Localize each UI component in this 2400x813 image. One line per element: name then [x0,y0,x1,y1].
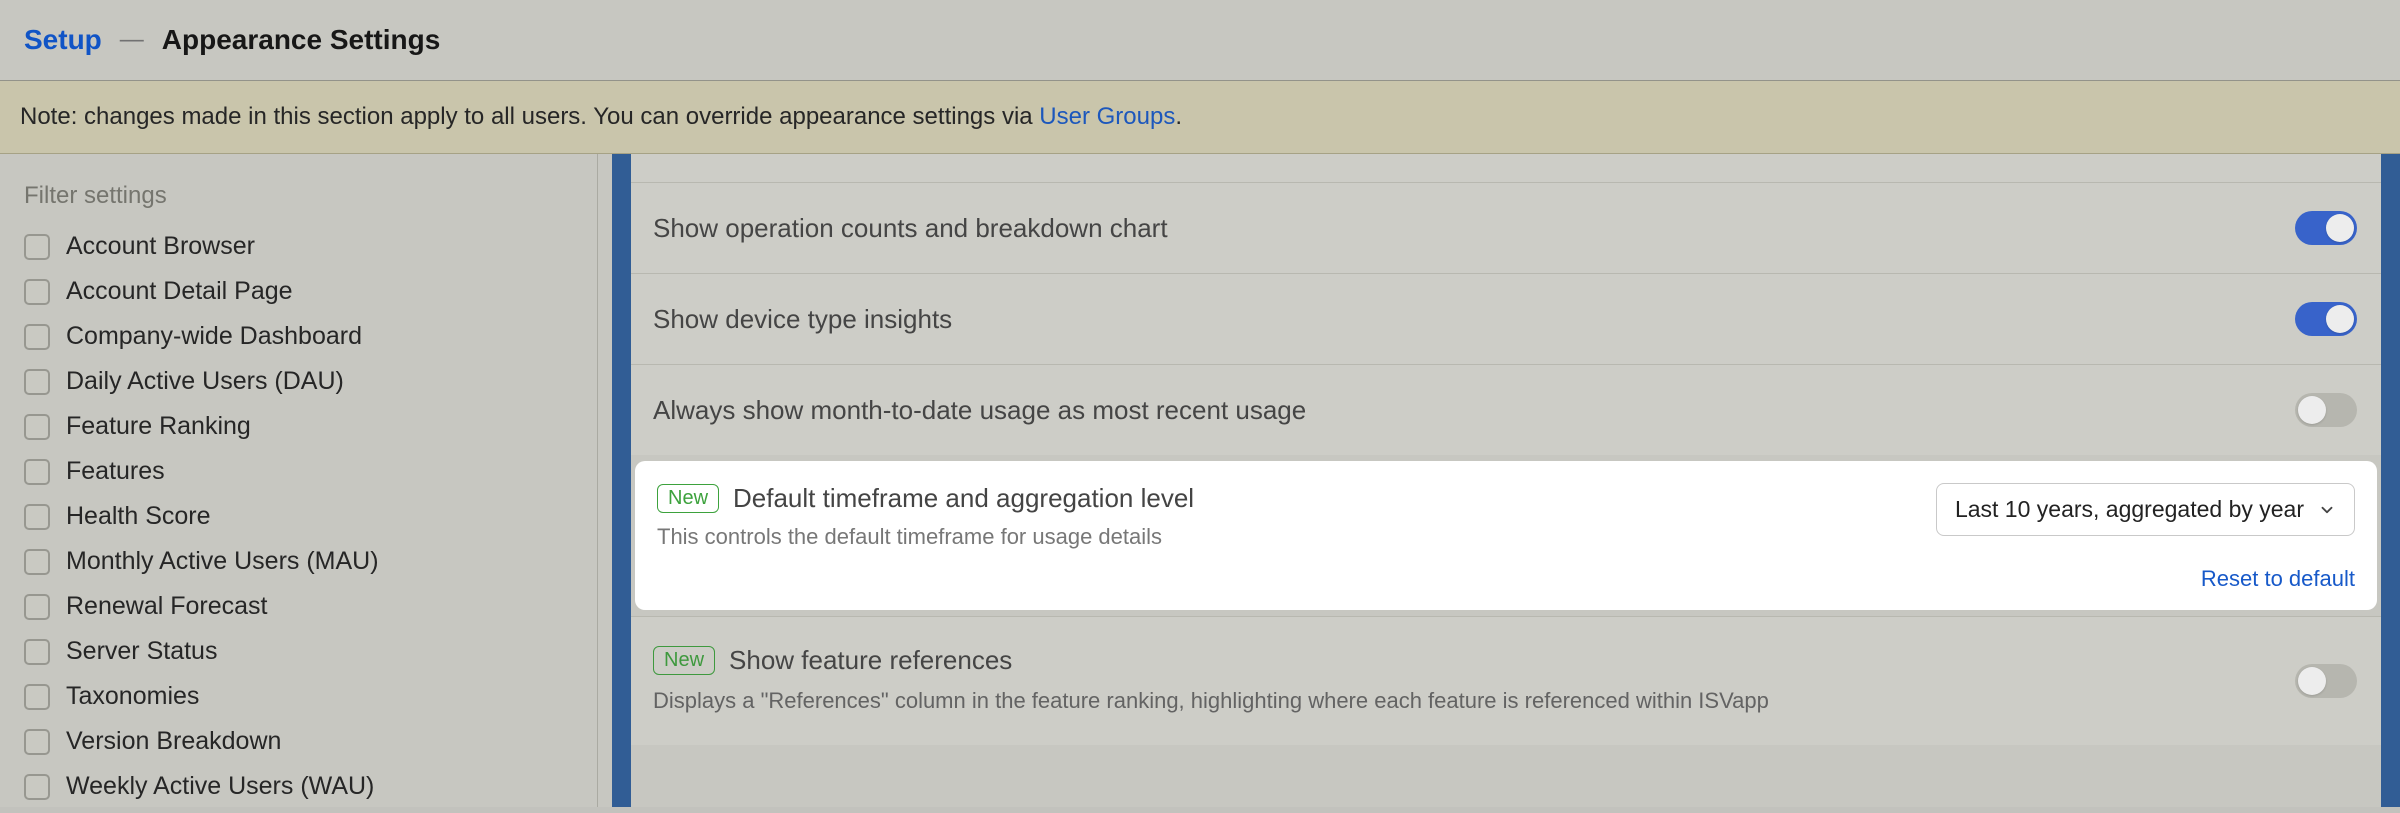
filter-item-server-status[interactable]: Server Status [24,637,573,666]
dropdown-value: Last 10 years, aggregated by year [1955,496,2304,523]
accent-stripe-right [2381,154,2400,807]
checkbox[interactable] [24,234,50,260]
filter-label: Weekly Active Users (WAU) [66,772,374,801]
toggle-month-to-date[interactable] [2295,393,2357,427]
reset-default-link[interactable]: Reset to default [657,566,2355,592]
filter-label: Account Browser [66,232,255,261]
setting-title: Show operation counts and breakdown char… [653,213,1168,244]
filter-item-feature-ranking[interactable]: Feature Ranking [24,412,573,441]
toggle-operation-counts[interactable] [2295,211,2357,245]
checkbox[interactable] [24,504,50,530]
checkbox[interactable] [24,684,50,710]
checkbox[interactable] [24,639,50,665]
breadcrumb: Setup — Appearance Settings [0,0,2400,81]
filter-item-account-browser[interactable]: Account Browser [24,232,573,261]
filter-item-taxonomies[interactable]: Taxonomies [24,682,573,711]
toggle-device-type[interactable] [2295,302,2357,336]
new-badge: New [653,646,715,675]
filter-item-dau[interactable]: Daily Active Users (DAU) [24,367,573,396]
info-banner-text: Note: changes made in this section apply… [20,103,1039,130]
new-badge: New [657,484,719,513]
checkbox[interactable] [24,459,50,485]
user-groups-link[interactable]: User Groups [1039,103,1175,130]
filter-label: Health Score [66,502,211,531]
filter-item-wau[interactable]: Weekly Active Users (WAU) [24,772,573,801]
filter-label: Account Detail Page [66,277,293,306]
setting-row-device-type: Show device type insights [631,273,2381,364]
filter-label: Company-wide Dashboard [66,322,362,351]
checkbox[interactable] [24,729,50,755]
chevron-down-icon [2318,501,2336,519]
filter-label: Features [66,457,165,486]
filter-label: Version Breakdown [66,727,281,756]
info-banner-suffix: . [1175,103,1182,130]
setting-row-partial [631,154,2381,182]
setting-title: Default timeframe and aggregation level [733,483,1194,514]
filter-label: Daily Active Users (DAU) [66,367,344,396]
toggle-feature-references[interactable] [2295,664,2357,698]
filter-label: Monthly Active Users (MAU) [66,547,379,576]
filter-item-mau[interactable]: Monthly Active Users (MAU) [24,547,573,576]
setting-row-month-to-date: Always show month-to-date usage as most … [631,364,2381,455]
filter-label: Taxonomies [66,682,199,711]
filter-item-features[interactable]: Features [24,457,573,486]
filter-item-company-dashboard[interactable]: Company-wide Dashboard [24,322,573,351]
setting-desc: Displays a "References" column in the fe… [653,684,1769,717]
setting-row-operation-counts: Show operation counts and breakdown char… [631,182,2381,273]
filter-item-version-breakdown[interactable]: Version Breakdown [24,727,573,756]
checkbox[interactable] [24,324,50,350]
filter-item-renewal-forecast[interactable]: Renewal Forecast [24,592,573,621]
checkbox[interactable] [24,594,50,620]
checkbox[interactable] [24,774,50,800]
checkbox[interactable] [24,549,50,575]
setting-title: Always show month-to-date usage as most … [653,395,1306,426]
accent-stripe-left [612,154,631,807]
checkbox[interactable] [24,279,50,305]
filter-label: Server Status [66,637,217,666]
checkbox[interactable] [24,414,50,440]
filter-label: Feature Ranking [66,412,251,441]
settings-content: Reset to default Show operation counts a… [598,154,2400,807]
filter-item-health-score[interactable]: Health Score [24,502,573,531]
setting-title: Show device type insights [653,304,952,335]
setting-desc: This controls the default timeframe for … [657,524,1194,550]
setup-link[interactable]: Setup [24,24,102,56]
checkbox[interactable] [24,369,50,395]
filter-item-account-detail[interactable]: Account Detail Page [24,277,573,306]
timeframe-dropdown[interactable]: Last 10 years, aggregated by year [1936,483,2355,536]
setting-row-timeframe: New Default timeframe and aggregation le… [635,461,2377,610]
filter-sidebar: Filter settings Account Browser Account … [0,154,598,807]
breadcrumb-separator: — [120,26,144,54]
filter-label: Renewal Forecast [66,592,267,621]
setting-title: Show feature references [729,645,1012,676]
info-banner: Note: changes made in this section apply… [0,81,2400,154]
page-title: Appearance Settings [162,24,441,56]
filter-title: Filter settings [24,182,573,210]
setting-row-feature-references: New Show feature references Displays a "… [631,616,2381,745]
